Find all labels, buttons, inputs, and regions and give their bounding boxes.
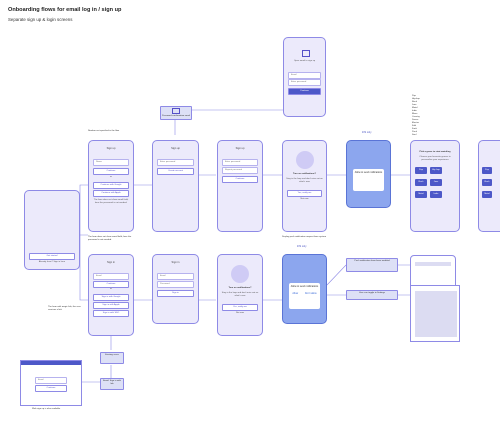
topic-variant-option-3[interactable]: Metal — [482, 191, 492, 198]
connector-flows-out — [398, 264, 410, 296]
page-subtitle: Separate sign up & login screens — [8, 17, 73, 22]
login-notifications-screen: Turn on notifications? Stay in the loop … — [217, 254, 263, 336]
signup-title: Sign up — [106, 147, 116, 150]
topics-title: Pick a genre to start watching — [419, 151, 451, 153]
inbox-icon — [302, 50, 310, 57]
ios-permission-dialog: Allow to send notifications — [353, 169, 384, 191]
password-title: Sign up — [235, 147, 245, 150]
topic-option-4[interactable]: Jazz — [430, 179, 442, 186]
login-ios-permission-screen: Allow to send notifications Allow Don't … — [282, 254, 327, 324]
topics-screen-variant: Pop Rock Metal — [478, 140, 500, 232]
web-note: Web sign up is also available — [32, 408, 61, 410]
ios-permission-screen: Allow to send notifications — [346, 140, 391, 208]
login-notifications-title: Turn on notifications? — [228, 287, 252, 289]
email-screen: Sign up Enter password Create account — [152, 140, 199, 232]
name-input[interactable]: Name — [93, 159, 129, 166]
mail-icon — [172, 108, 180, 114]
signup-note: Number not specified in the flow — [88, 130, 120, 132]
notify-not-now-link[interactable]: Not now — [286, 198, 323, 201]
ios-label-bottom: iOS only — [297, 245, 307, 248]
email-screen-title: Sign up — [171, 147, 180, 150]
password-continue-button[interactable]: Continue — [222, 176, 258, 183]
apple-signup-button[interactable]: Continue with Apple — [93, 190, 129, 197]
existing-users-callout: Existing users — [100, 352, 124, 364]
login-notifications-text: Stay in the loop and don't miss out on w… — [221, 292, 259, 297]
login-email-field[interactable]: Email — [157, 273, 194, 280]
password-screen: Sign up Enter password Repeat password C… — [217, 140, 263, 232]
notifications-note: Display push notification request from s… — [282, 236, 327, 238]
login-screen: Sign in Email Continue or Sign in with G… — [88, 254, 134, 336]
topics-screen: Pick a genre to start watching Choose yo… — [410, 140, 460, 232]
login-password-screen: Sign in Email Password Sign in — [152, 254, 199, 324]
web-signup-window: Email Continue — [20, 360, 82, 406]
signup-footnote: The form does not show email field; here… — [88, 236, 132, 241]
inbox-field-2[interactable]: Enter password — [288, 79, 321, 86]
login-email-input[interactable]: Email — [93, 273, 129, 280]
topic-variant-option-2[interactable]: Rock — [482, 179, 492, 186]
login-password-input[interactable]: Password — [157, 281, 194, 288]
get-started-button[interactable]: Get started — [29, 253, 75, 260]
login-password-title: Sign in — [171, 261, 180, 264]
welcome-screen: Get started Already have? Sign in here — [24, 190, 80, 270]
repeat-password-input[interactable]: Repeat password — [222, 167, 258, 174]
wireframe-screen-2 — [410, 285, 460, 342]
notifications-title: Turn on notifications? — [293, 173, 316, 175]
sso-login-button[interactable]: Sign in with SSO — [93, 310, 129, 317]
signup-terms: The form does not show email field; here… — [93, 199, 129, 204]
inbox-screen: Open email to sign up Email Enter passwo… — [283, 37, 326, 117]
notif-disabled-callout: User can toggle in Settings — [346, 290, 398, 300]
sign-in-link[interactable]: Already have? Sign in here — [28, 261, 76, 264]
topics-subtitle: Choose your favourite genres to personal… — [419, 156, 451, 161]
allow-button[interactable]: Allow — [292, 292, 298, 295]
topic-option-1[interactable]: Pop — [415, 167, 427, 174]
signup-screen: Sign up Name Continue or Continue with G… — [88, 140, 134, 232]
login-or-divider: or — [110, 288, 112, 290]
notif-enabled-callout: Push notification have been enabled — [346, 258, 398, 272]
mail-callout: Password confirmation email — [160, 106, 192, 120]
login-continue-button[interactable]: Continue — [93, 281, 129, 288]
apple-login-button[interactable]: Sign in with Apple — [93, 302, 129, 309]
notifications-screen: Turn on notifications? Stay in the loop … — [282, 140, 327, 232]
login-notify-yes-button[interactable]: Yes, notify me — [222, 304, 258, 311]
web-email-input[interactable]: Email — [35, 377, 67, 384]
topic-option-6[interactable]: Indie — [430, 191, 442, 198]
inbox-text: Open email to sign up — [293, 60, 316, 62]
login-ios-dialog: Allow to send notifications Allow Don't … — [289, 283, 320, 309]
password-input[interactable]: Enter password — [222, 159, 258, 166]
notifications-text: Stay in the loop and don't miss out on w… — [286, 178, 323, 183]
web-continue-button[interactable]: Continue — [35, 385, 67, 392]
page-title: Onboarding flows for email log in / sign… — [8, 7, 122, 13]
login-submit-button[interactable]: Sign in — [157, 290, 194, 297]
topic-option-2[interactable]: Hip hop — [430, 167, 442, 174]
inbox-field-1[interactable]: Email — [288, 72, 321, 79]
login-title: Sign in — [107, 261, 115, 264]
email-input[interactable]: Enter password — [157, 159, 194, 166]
signup-continue-button[interactable]: Continue — [93, 168, 129, 175]
login-notification-illustration — [231, 265, 249, 283]
login-notify-not-now[interactable]: Not now — [221, 312, 259, 315]
web-window-titlebar — [21, 361, 81, 365]
inbox-button[interactable]: Continue — [288, 88, 321, 95]
connector-welcome — [79, 184, 88, 301]
google-signup-button[interactable]: Continue with Google — [93, 182, 129, 189]
or-divider: or — [110, 176, 112, 178]
create-account-button[interactable]: Create account — [157, 168, 194, 175]
notify-yes-button[interactable]: Yes, notify me — [287, 190, 322, 197]
topic-labels: Pop Hip-hop Rock Jazz Metal Indie Blues … — [412, 95, 420, 136]
topic-variant-option-1[interactable]: Pop — [482, 167, 492, 174]
deny-button[interactable]: Don't allow — [305, 292, 317, 295]
google-login-button[interactable]: Sign in with Google — [93, 294, 129, 301]
ios-label-top: iOS only — [362, 131, 372, 134]
topic-option-5[interactable]: Metal — [415, 191, 427, 198]
topic-option-3[interactable]: Rock — [415, 179, 427, 186]
email-link-callout: Email: Sign in with link — [100, 378, 124, 390]
login-note: The form with magic link, the user recei… — [48, 306, 81, 311]
notification-illustration — [295, 151, 314, 169]
connector-to-flows — [326, 264, 347, 296]
